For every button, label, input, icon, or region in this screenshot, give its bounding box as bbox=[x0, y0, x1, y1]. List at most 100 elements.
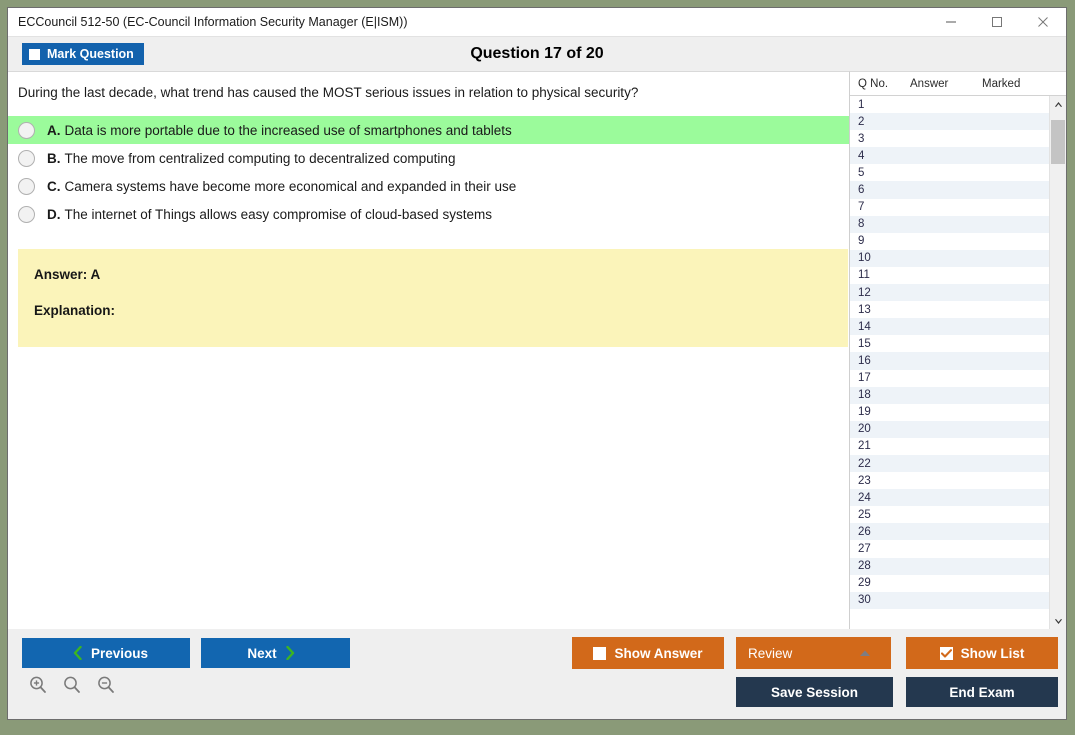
window-title: ECCouncil 512-50 (EC-Council Information… bbox=[18, 15, 408, 29]
minimize-button[interactable] bbox=[928, 8, 974, 36]
row-question-number: 26 bbox=[858, 525, 871, 538]
scroll-up-arrow-icon[interactable] bbox=[1050, 96, 1066, 112]
table-row[interactable]: 27 bbox=[850, 540, 1049, 558]
table-row[interactable]: 14 bbox=[850, 318, 1049, 336]
show-answer-button[interactable]: Show Answer bbox=[572, 637, 724, 669]
table-row[interactable]: 1 bbox=[850, 96, 1049, 114]
option-text: Camera systems have become more economic… bbox=[64, 178, 517, 194]
row-question-number: 5 bbox=[858, 166, 865, 179]
scrollbar-thumb[interactable] bbox=[1051, 120, 1065, 164]
table-row[interactable]: 13 bbox=[850, 301, 1049, 319]
table-row[interactable]: 4 bbox=[850, 147, 1049, 165]
option-c[interactable]: C. Camera systems have become more econom… bbox=[8, 172, 849, 200]
question-pane: During the last decade, what trend has c… bbox=[8, 71, 849, 629]
review-dropdown-button[interactable]: Review bbox=[736, 637, 891, 669]
zoom-reset-icon[interactable] bbox=[62, 675, 82, 695]
table-row[interactable]: 15 bbox=[850, 335, 1049, 353]
mark-question-label: Mark Question bbox=[47, 47, 134, 61]
row-question-number: 29 bbox=[858, 577, 871, 590]
zoom-in-icon[interactable] bbox=[28, 675, 48, 695]
table-row[interactable]: 26 bbox=[850, 523, 1049, 541]
end-exam-label: End Exam bbox=[949, 684, 1015, 700]
table-row[interactable]: 28 bbox=[850, 557, 1049, 575]
previous-button[interactable]: Previous bbox=[22, 638, 190, 668]
option-b[interactable]: B. The move from centralized computing to… bbox=[8, 144, 849, 172]
row-question-number: 20 bbox=[858, 423, 871, 436]
table-row[interactable]: 8 bbox=[850, 215, 1049, 233]
table-row[interactable]: 18 bbox=[850, 386, 1049, 404]
body: During the last decade, what trend has c… bbox=[8, 71, 1066, 629]
option-letter: A. bbox=[47, 122, 61, 138]
table-row[interactable]: 6 bbox=[850, 181, 1049, 199]
question-list-pane: Q No. Answer Marked 1 2 3 4 5 6 7 8 9 10 11 12 13 14 1… bbox=[849, 71, 1066, 629]
table-row[interactable]: 20 bbox=[850, 420, 1049, 438]
row-question-number: 11 bbox=[858, 269, 870, 282]
table-row[interactable]: 5 bbox=[850, 164, 1049, 182]
question-list-scroll-area: 1 2 3 4 5 6 7 8 9 10 11 12 13 14 15 16 17 18 19 20 21 22 23 24 2… bbox=[850, 96, 1066, 629]
chevron-right-icon bbox=[285, 646, 296, 660]
table-row[interactable]: 17 bbox=[850, 369, 1049, 387]
question-counter: Question 17 of 20 bbox=[470, 45, 604, 62]
table-row[interactable]: 24 bbox=[850, 489, 1049, 507]
table-row[interactable]: 11 bbox=[850, 266, 1049, 285]
table-row[interactable]: 25 bbox=[850, 506, 1049, 524]
show-list-checkbox-icon bbox=[939, 646, 953, 660]
table-row[interactable]: 21 bbox=[850, 437, 1049, 455]
header-bar: Mark Question Question 17 of 20 bbox=[8, 37, 1066, 71]
table-row[interactable]: 3 bbox=[850, 130, 1049, 148]
row-question-number: 16 bbox=[858, 354, 871, 367]
table-row[interactable]: 22 bbox=[850, 454, 1049, 473]
save-session-button[interactable]: Save Session bbox=[736, 677, 893, 707]
zoom-controls bbox=[28, 675, 116, 695]
mark-question-button[interactable]: Mark Question bbox=[22, 43, 144, 65]
table-row[interactable]: 30 bbox=[850, 591, 1049, 609]
row-question-number: 1 bbox=[858, 98, 865, 111]
column-header-marked: Marked bbox=[982, 77, 1021, 90]
table-row[interactable]: 7 bbox=[850, 198, 1049, 216]
chevron-left-icon bbox=[72, 646, 83, 660]
row-question-number: 6 bbox=[858, 184, 865, 197]
table-row[interactable]: 19 bbox=[850, 403, 1049, 421]
table-row[interactable]: 23 bbox=[850, 472, 1049, 490]
option-d[interactable]: D. The internet of Things allows easy com… bbox=[8, 200, 849, 228]
review-label: Review bbox=[748, 645, 793, 661]
show-answer-label: Show Answer bbox=[614, 645, 703, 661]
show-answer-checkbox-icon bbox=[593, 646, 607, 660]
row-question-number: 10 bbox=[858, 252, 871, 265]
end-exam-button[interactable]: End Exam bbox=[906, 677, 1058, 707]
table-row[interactable]: 10 bbox=[850, 249, 1049, 267]
options-list: A. Data is more portable due to the incre… bbox=[8, 116, 849, 228]
title-bar: ECCouncil 512-50 (EC-Council Information… bbox=[8, 8, 1066, 37]
close-button[interactable] bbox=[1020, 8, 1066, 36]
table-row[interactable]: 9 bbox=[850, 232, 1049, 250]
option-a[interactable]: A. Data is more portable due to the incre… bbox=[8, 116, 849, 144]
chevron-up-icon bbox=[859, 649, 871, 657]
option-letter: D. bbox=[47, 206, 61, 222]
answer-label: Answer: A bbox=[34, 267, 101, 282]
radio-button-icon[interactable] bbox=[18, 121, 35, 139]
scroll-down-arrow-icon[interactable] bbox=[1050, 613, 1066, 629]
row-question-number: 25 bbox=[858, 508, 871, 521]
table-row[interactable]: 16 bbox=[850, 352, 1049, 370]
column-header-qno: Q No. bbox=[858, 77, 889, 90]
next-button[interactable]: Next bbox=[201, 638, 350, 668]
column-header-answer: Answer bbox=[910, 77, 949, 90]
row-question-number: 9 bbox=[858, 235, 865, 248]
question-text: During the last decade, what trend has c… bbox=[18, 85, 639, 100]
row-question-number: 4 bbox=[858, 149, 865, 162]
radio-button-icon[interactable] bbox=[18, 149, 35, 167]
table-row[interactable]: 12 bbox=[850, 284, 1049, 302]
table-row[interactable]: 29 bbox=[850, 574, 1049, 592]
scrollbar-track[interactable] bbox=[1050, 112, 1066, 613]
row-question-number: 15 bbox=[858, 337, 871, 350]
table-row[interactable]: 2 bbox=[850, 113, 1049, 131]
row-question-number: 27 bbox=[858, 542, 871, 555]
maximize-button[interactable] bbox=[974, 8, 1020, 36]
question-list-scrollbar[interactable] bbox=[1049, 96, 1066, 629]
previous-label: Previous bbox=[90, 645, 149, 661]
row-question-number: 30 bbox=[858, 594, 871, 607]
show-list-button[interactable]: Show List bbox=[906, 637, 1058, 669]
radio-button-icon[interactable] bbox=[18, 205, 35, 223]
radio-button-icon[interactable] bbox=[18, 177, 35, 195]
zoom-out-icon[interactable] bbox=[96, 675, 116, 695]
